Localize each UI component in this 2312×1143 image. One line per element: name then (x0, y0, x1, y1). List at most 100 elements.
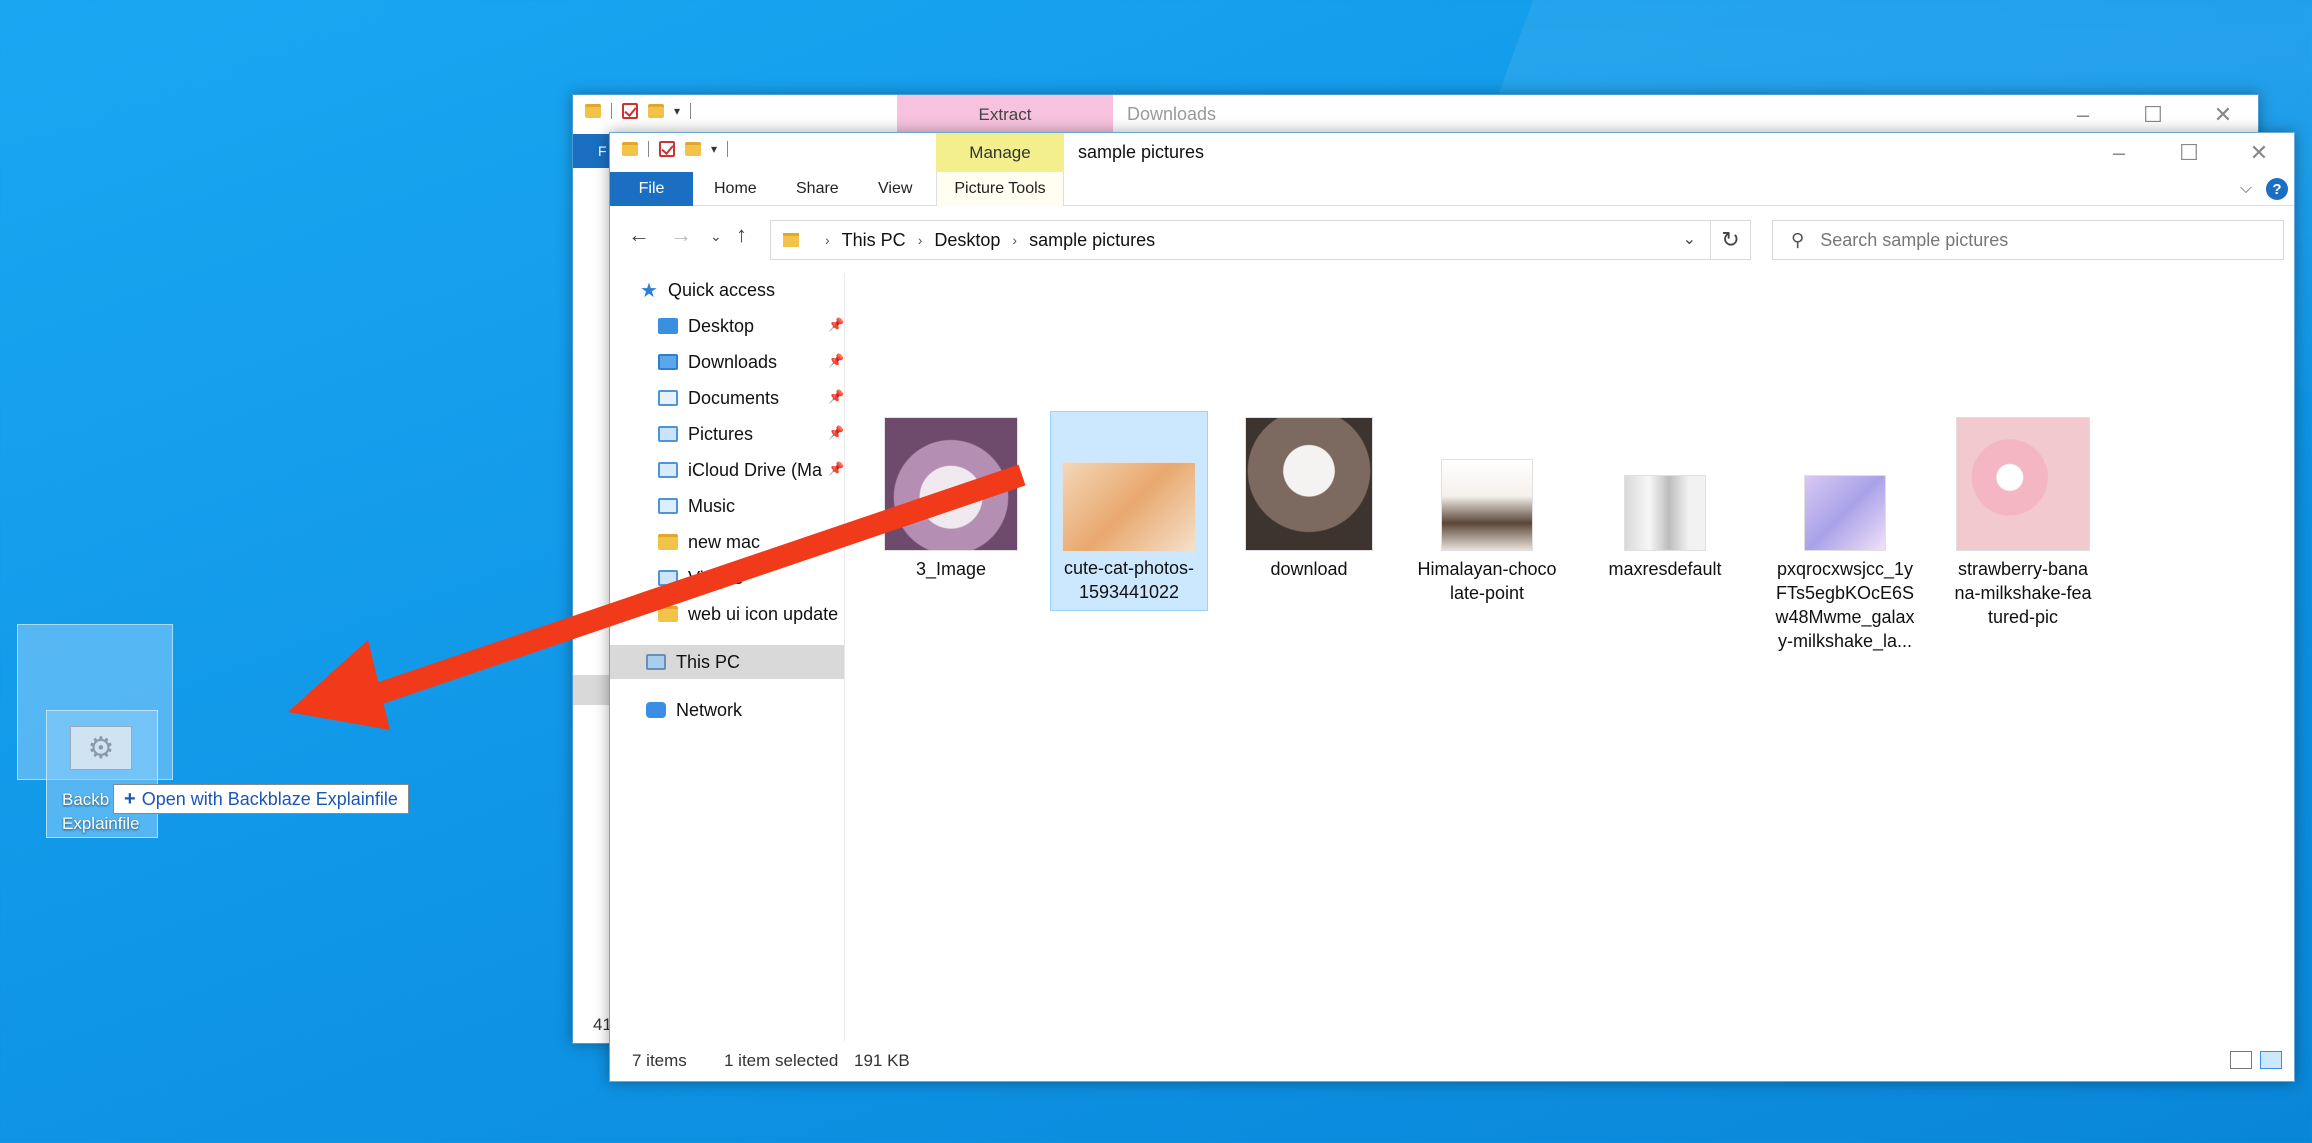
thumbnail (1956, 417, 2090, 551)
search-box[interactable]: ⚲ Search sample pictures (1772, 220, 2284, 260)
file-name: download (1270, 559, 1348, 579)
navigation-bar: ← → ⌄ ↑ › This PC › Desktop › sample pic… (610, 206, 2294, 266)
tab-picture-tools[interactable]: Picture Tools (936, 172, 1064, 206)
pin-icon[interactable]: 📌 (828, 389, 844, 405)
title-bar[interactable]: ▾ Extract Downloads – ☐ ✕ (573, 95, 2258, 134)
computer-icon (646, 654, 666, 670)
sidebar-item-quick-access[interactable]: ★ Quick access (640, 273, 775, 307)
breadcrumb-sample-pictures[interactable]: sample pictures (1029, 230, 1155, 251)
pin-icon[interactable]: 📌 (828, 317, 844, 333)
gears-icon[interactable]: ⚙ (70, 726, 132, 770)
sidebar-item-desktop[interactable]: Desktop (658, 309, 754, 343)
up-arrow-icon[interactable]: ↑ (736, 222, 747, 248)
title-bar[interactable]: ▾ Manage sample pictures – ☐ ✕ (610, 133, 2294, 172)
file-list[interactable]: 3_Image cute-cat-photos- 1593441022 down… (846, 273, 2294, 1041)
documents-icon (658, 390, 678, 406)
manage-context-tab[interactable]: Manage (936, 133, 1064, 172)
address-bar[interactable]: › This PC › Desktop › sample pictures ⌄ (770, 220, 1711, 260)
file-item-cute-cat-photos[interactable]: cute-cat-photos- 1593441022 (1050, 411, 1208, 611)
new-folder-icon[interactable] (648, 104, 664, 118)
search-placeholder: Search sample pictures (1820, 229, 2009, 250)
tab-file[interactable]: File (610, 172, 693, 206)
plus-icon: + (124, 787, 136, 810)
file-tab[interactable]: F (573, 134, 613, 168)
forward-arrow-icon[interactable]: → (670, 222, 692, 248)
sidebar-item-label: Network (676, 699, 743, 720)
sidebar-item-web-ui-icon-update[interactable]: web ui icon update (658, 597, 838, 631)
pin-icon[interactable]: 📌 (828, 353, 844, 369)
properties-icon[interactable] (622, 103, 638, 119)
star-icon: ★ (640, 279, 658, 302)
file-name-line-2: na-milkshake-fea (1954, 583, 2092, 603)
file-item-strawberry-banana-milkshake[interactable]: strawberry-bana na-milkshake-fea tured-p… (1944, 417, 2102, 629)
folder-icon (658, 606, 678, 622)
close-icon[interactable]: ✕ (2224, 133, 2294, 172)
file-item-3-image[interactable]: 3_Image (872, 417, 1030, 581)
file-name-line-1: Himalayan-choco (1417, 559, 1557, 579)
sample-pictures-window[interactable]: ▾ Manage sample pictures – ☐ ✕ File Home… (609, 132, 2295, 1082)
quick-access-toolbar: ▾ (585, 103, 692, 119)
chevron-right-icon[interactable]: › (918, 232, 923, 248)
file-name-line-4: y-milkshake_la... (1777, 631, 1913, 651)
minimize-icon[interactable]: – (2048, 95, 2118, 134)
file-name-line-1: pxqrocxwsjcc_1y (1776, 559, 1914, 579)
network-icon (646, 702, 666, 718)
chevron-down-icon[interactable]: ⌄ (1683, 229, 1696, 249)
separator (690, 103, 692, 119)
maximize-icon[interactable]: ☐ (2118, 95, 2188, 134)
sidebar-item-music[interactable]: Music (658, 489, 735, 523)
sidebar-selection (573, 675, 613, 705)
chevron-right-icon[interactable]: › (1012, 232, 1017, 248)
tab-share[interactable]: Share (782, 172, 853, 206)
help-icon[interactable]: ? (2266, 178, 2288, 200)
sidebar-item-this-pc[interactable]: This PC (610, 645, 844, 679)
sidebar-item-label: iCloud Drive (Ma (688, 459, 823, 480)
maximize-icon[interactable]: ☐ (2154, 133, 2224, 172)
status-item-count: 7 items (632, 1051, 687, 1070)
sidebar-item-label: Pictures (688, 423, 754, 444)
properties-icon[interactable] (659, 141, 675, 157)
refresh-icon[interactable]: ↻ (1711, 220, 1751, 260)
details-view-icon[interactable] (2230, 1051, 2252, 1069)
quick-access-toolbar: ▾ (622, 141, 729, 157)
tab-view[interactable]: View (864, 172, 926, 206)
file-item-galaxy-milkshake[interactable]: pxqrocxwsjcc_1y FTs5egbKOcE6S w48Mwme_ga… (1766, 417, 1924, 653)
downloads-icon (658, 354, 678, 370)
sidebar-item-network[interactable]: Network (646, 693, 742, 727)
sidebar-item-videos[interactable]: Videos (658, 561, 743, 595)
sidebar-item-downloads[interactable]: Downloads (658, 345, 777, 379)
folder-icon (585, 104, 601, 118)
close-icon[interactable]: ✕ (2188, 95, 2258, 134)
extract-context-tab[interactable]: Extract (897, 95, 1113, 134)
tab-home[interactable]: Home (700, 172, 771, 206)
navigation-pane: ★ Quick access Desktop 📌 Downloads 📌 Doc… (610, 273, 845, 1041)
file-name-line-2: FTs5egbKOcE6S (1775, 583, 1915, 603)
file-item-himalayan-chocolate-point[interactable]: Himalayan-choco late-point (1408, 417, 1566, 605)
expand-ribbon-icon[interactable]: ⌵ (2240, 180, 2252, 198)
sidebar-item-pictures[interactable]: Pictures (658, 417, 753, 451)
videos-icon (658, 570, 678, 586)
pin-icon[interactable]: 📌 (828, 461, 844, 477)
icloud-icon (658, 462, 678, 478)
breadcrumb-desktop[interactable]: Desktop (934, 230, 1000, 251)
breadcrumb-this-pc[interactable]: This PC (842, 230, 906, 251)
file-item-download[interactable]: download (1230, 417, 1388, 581)
chevron-right-icon[interactable]: › (825, 232, 830, 248)
minimize-icon[interactable]: – (2084, 133, 2154, 172)
recent-locations-icon[interactable]: ⌄ (710, 228, 722, 245)
sidebar-item-label: Music (688, 495, 736, 516)
pin-icon[interactable]: 📌 (828, 425, 844, 441)
customize-toolbar-icon[interactable]: ▾ (674, 104, 680, 118)
large-icons-view-icon[interactable] (2260, 1051, 2282, 1069)
pictures-icon (658, 426, 678, 442)
sidebar-item-icloud-drive[interactable]: iCloud Drive (Ma (658, 453, 822, 487)
thumbnail (884, 417, 1018, 551)
back-arrow-icon[interactable]: ← (628, 222, 650, 248)
sidebar-item-documents[interactable]: Documents (658, 381, 779, 415)
window-title: sample pictures (1078, 142, 1205, 162)
arrow-head (288, 640, 390, 730)
customize-toolbar-icon[interactable]: ▾ (711, 142, 717, 156)
new-folder-icon[interactable] (685, 142, 701, 156)
sidebar-item-new-mac[interactable]: new mac (658, 525, 760, 559)
file-item-maxresdefault[interactable]: maxresdefault (1586, 417, 1744, 581)
